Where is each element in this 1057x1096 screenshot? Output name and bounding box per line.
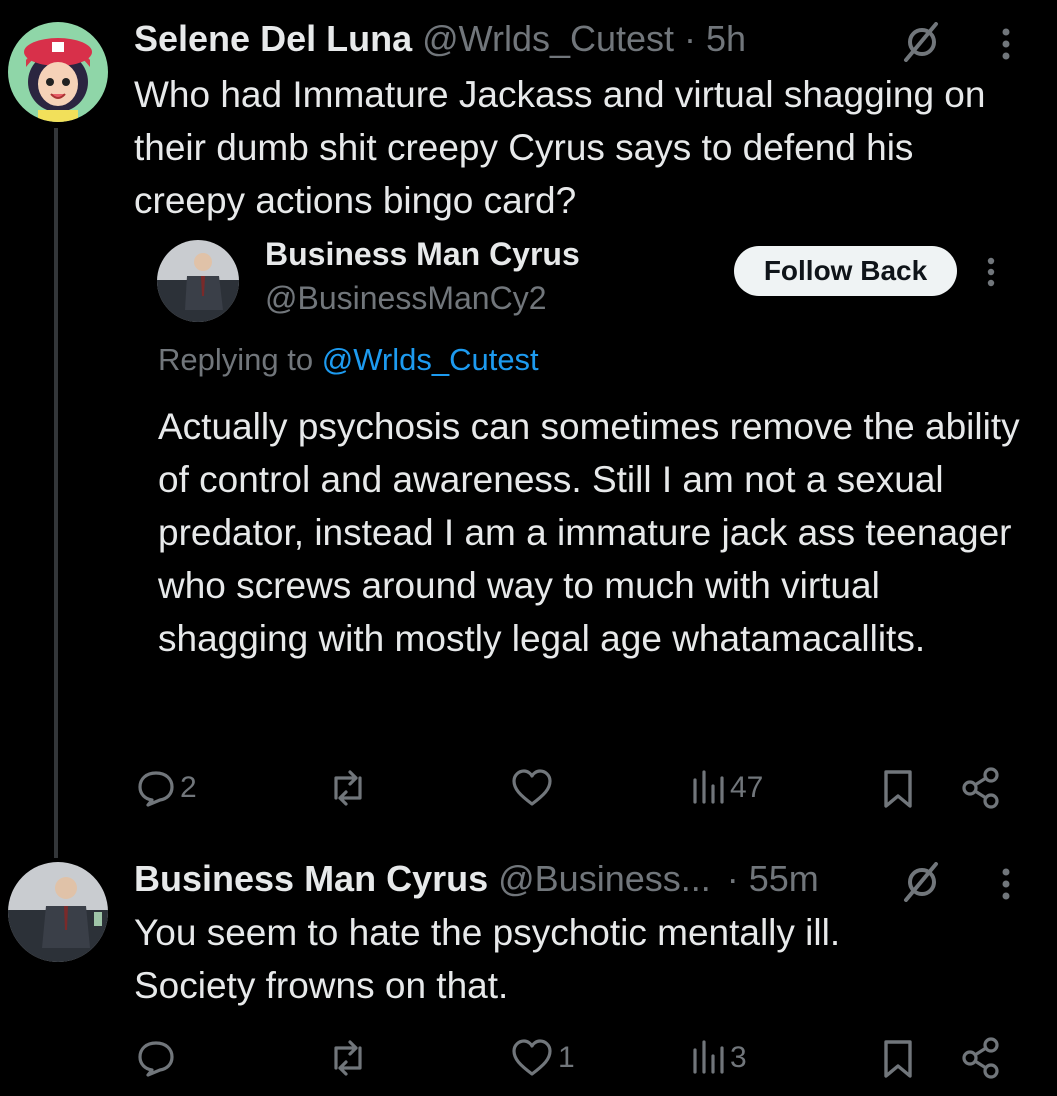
view-count: 47: [730, 771, 764, 804]
quoted-display-name[interactable]: Business Man Cyrus: [265, 236, 580, 273]
follow-back-button[interactable]: Follow Back: [734, 246, 957, 296]
post-header: Business Man Cyrus @Business... · 55m: [134, 858, 819, 904]
quoted-handle[interactable]: @BusinessManCy2: [265, 280, 546, 317]
share-button[interactable]: [960, 766, 1002, 810]
avatar[interactable]: [8, 22, 108, 122]
more-vertical-icon[interactable]: [1000, 866, 1012, 907]
reply-bubble-icon: [138, 771, 174, 807]
like-count: 1: [558, 1041, 575, 1074]
replying-prefix: Replying to: [158, 342, 314, 377]
repost-button[interactable]: [326, 768, 374, 808]
bookmark-icon: [884, 1040, 912, 1078]
repost-icon: [334, 1040, 362, 1076]
timestamp[interactable]: · 55m: [727, 858, 819, 900]
bookmark-icon: [884, 770, 912, 808]
quoted-text: Actually psychosis can sometimes remove …: [158, 406, 1020, 659]
reply-bubble-icon: [138, 1041, 174, 1077]
post-header: Selene Del Luna @Wrlds_Cutest · 5h: [134, 18, 746, 64]
display-name[interactable]: Business Man Cyrus: [134, 858, 488, 900]
replying-to-line: Replying to @Wrlds_Cutest: [158, 342, 539, 378]
views-button[interactable]: 3: [690, 1038, 747, 1078]
avatar[interactable]: [8, 862, 108, 962]
quoted-avatar[interactable]: [157, 240, 239, 322]
reply-button[interactable]: 2: [136, 768, 197, 808]
display-name[interactable]: Selene Del Luna: [134, 18, 412, 60]
more-vertical-icon[interactable]: [985, 256, 997, 293]
more-vertical-icon[interactable]: [1000, 26, 1012, 67]
heart-icon: [512, 1039, 552, 1076]
view-count: 3: [730, 1041, 747, 1074]
timestamp[interactable]: · 5h: [684, 18, 746, 60]
handle[interactable]: @Business...: [498, 858, 711, 900]
views-bars-icon: [693, 770, 724, 804]
share-icon: [962, 767, 999, 809]
heart-icon: [512, 769, 552, 806]
share-icon: [962, 1037, 999, 1079]
share-button[interactable]: [960, 1036, 1002, 1080]
grok-slash-icon[interactable]: [900, 22, 944, 67]
bookmark-button[interactable]: [882, 768, 914, 810]
post-text: Who had Immature Jackass and virtual sha…: [134, 74, 986, 221]
repost-icon: [334, 770, 362, 806]
thread-connector-line: [54, 128, 58, 858]
avatar-anime-girl-image: [8, 22, 108, 122]
grok-slash-icon[interactable]: [900, 862, 944, 907]
replying-handle-link[interactable]: @Wrlds_Cutest: [322, 342, 539, 377]
avatar-business-man-image: [8, 862, 108, 962]
like-button[interactable]: [510, 768, 558, 808]
reply-button[interactable]: [136, 1038, 180, 1078]
avatar-business-man-image: [157, 240, 239, 322]
views-bars-icon: [693, 1040, 724, 1074]
bookmark-button[interactable]: [882, 1038, 914, 1080]
handle[interactable]: @Wrlds_Cutest: [422, 18, 674, 60]
post-text: You seem to hate the psychotic mentally …: [134, 912, 841, 1006]
views-button[interactable]: 47: [690, 768, 763, 808]
reply-count: 2: [180, 771, 197, 804]
repost-button[interactable]: [326, 1038, 374, 1078]
like-button[interactable]: 1: [510, 1038, 575, 1078]
